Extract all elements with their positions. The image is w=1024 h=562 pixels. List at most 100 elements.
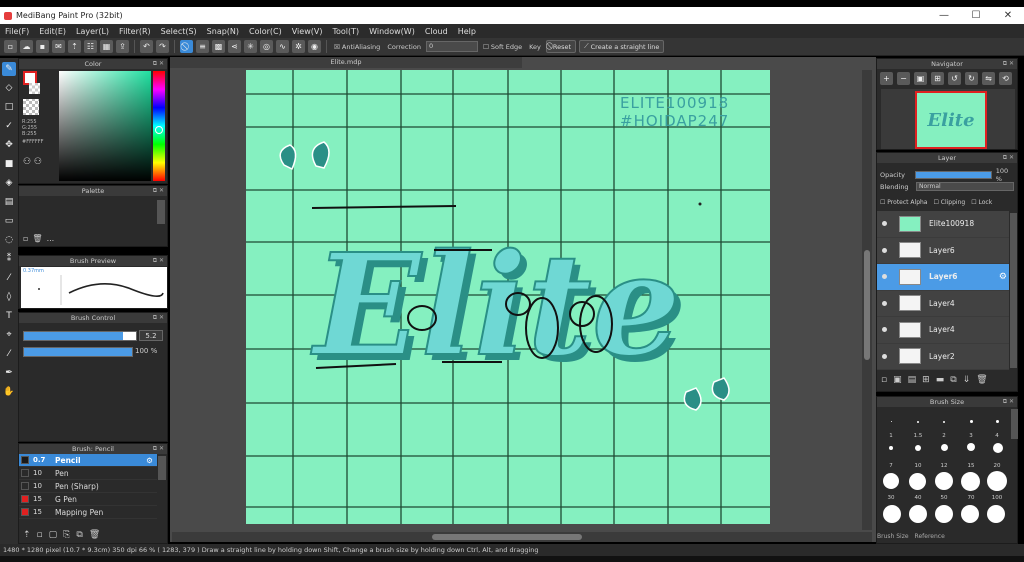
- eyedropper-icon[interactable]: ⁄: [2, 347, 16, 361]
- visibility-eye-icon[interactable]: [877, 247, 891, 253]
- snap-settings-icon[interactable]: ✲: [292, 40, 305, 53]
- brush-item-pencil[interactable]: 0.7 Pencil ⚙: [19, 454, 157, 467]
- zoom-in-icon[interactable]: +: [880, 72, 893, 85]
- lock-checkbox[interactable]: ☐ Lock: [971, 199, 992, 206]
- eraser-tool-icon[interactable]: ◇: [2, 81, 16, 95]
- brush-copy-icon[interactable]: ⎘: [63, 530, 70, 540]
- zoom-out-icon[interactable]: −: [897, 72, 910, 85]
- tab-brush-size[interactable]: Brush Size: [877, 533, 909, 540]
- menu-file[interactable]: File(F): [0, 27, 34, 36]
- navigator-viewport[interactable]: Elite: [915, 91, 987, 149]
- navigator-preview[interactable]: Elite: [881, 89, 1015, 149]
- layer-list-scrollbar[interactable]: [1010, 213, 1017, 368]
- menu-filter[interactable]: Filter(R): [114, 27, 156, 36]
- brush-upload-icon[interactable]: ⇡: [23, 530, 31, 540]
- menu-snap[interactable]: Snap(N): [202, 27, 244, 36]
- redo-icon[interactable]: ↷: [156, 40, 169, 53]
- straight-line-button[interactable]: ⟋ Create a straight line: [579, 40, 665, 53]
- save-icon[interactable]: ▪: [36, 40, 49, 53]
- open-cloud-icon[interactable]: ☁: [20, 40, 33, 53]
- share-icon[interactable]: ⇪: [116, 40, 129, 53]
- menu-color[interactable]: Color(C): [244, 27, 287, 36]
- soft-edge-checkbox[interactable]: ☐ Soft Edge: [481, 43, 524, 51]
- magic-wand-icon[interactable]: ⁑: [2, 252, 16, 266]
- panel-controls-icon[interactable]: ⧉ ✕: [153, 444, 164, 454]
- brush-size-slider[interactable]: [23, 331, 137, 341]
- snap-off-icon[interactable]: ⃠: [180, 40, 193, 53]
- operation-tool-icon[interactable]: ⌖: [2, 328, 16, 342]
- brush-item-pen-sharp[interactable]: 10 Pen (Sharp): [19, 480, 157, 493]
- reset-button[interactable]: ⃠Reset: [545, 40, 577, 53]
- horizontal-scroll-thumb[interactable]: [432, 534, 582, 540]
- menu-select[interactable]: Select(S): [156, 27, 202, 36]
- gear-icon[interactable]: ⚙: [146, 456, 153, 465]
- menu-tool[interactable]: Tool(T): [327, 27, 364, 36]
- merge-down-icon[interactable]: ⇓: [963, 375, 971, 385]
- snap-cross-icon[interactable]: ▩: [212, 40, 225, 53]
- team-icon[interactable]: ☷: [84, 40, 97, 53]
- text-tool-icon[interactable]: T: [2, 309, 16, 323]
- layer-item[interactable]: Layer2: [877, 343, 1009, 370]
- visibility-eye-icon[interactable]: [877, 353, 891, 359]
- panel-controls-icon[interactable]: ⧉ ✕: [1003, 397, 1014, 407]
- bucket-tool-icon[interactable]: ◈: [2, 176, 16, 190]
- layer-item[interactable]: Layer4: [877, 290, 1009, 317]
- brush-item-mapping-pen[interactable]: 15 Mapping Pen: [19, 506, 157, 519]
- layer-item-selected[interactable]: Layer6 ⚙: [877, 264, 1009, 291]
- palette-delete-icon[interactable]: 🗑: [32, 234, 42, 243]
- lasso-tool-icon[interactable]: ◌: [2, 233, 16, 247]
- select-eraser-icon[interactable]: ◊: [2, 290, 16, 304]
- gear-icon[interactable]: ⚙: [999, 272, 1007, 282]
- select-brush-icon[interactable]: ⁄: [2, 271, 16, 285]
- panel-controls-icon[interactable]: ⧉ ✕: [153, 59, 164, 69]
- menu-help[interactable]: Help: [453, 27, 481, 36]
- hand-tool-icon[interactable]: ✋: [2, 385, 16, 399]
- snap-ring-icon[interactable]: ◉: [308, 40, 321, 53]
- new-folder-icon[interactable]: ▬: [936, 375, 945, 385]
- brush-duplicate-icon[interactable]: ⧉: [76, 530, 82, 540]
- tab-reference[interactable]: Reference: [915, 533, 945, 540]
- brush-size-scrollbar[interactable]: [1011, 409, 1018, 439]
- clipping-checkbox[interactable]: ☐ Clipping: [933, 199, 965, 206]
- grid-icon[interactable]: ▦: [100, 40, 113, 53]
- rotate-left-icon[interactable]: ↺: [948, 72, 961, 85]
- brush-new-icon[interactable]: ▫: [37, 530, 43, 540]
- dot-tool-icon[interactable]: □: [2, 100, 16, 114]
- palette-more-button[interactable]: ...: [47, 234, 55, 243]
- flip-icon[interactable]: ⇋: [982, 72, 995, 85]
- protect-alpha-checkbox[interactable]: ☐ Protect Alpha: [880, 199, 927, 206]
- snap-circle-icon[interactable]: ◎: [260, 40, 273, 53]
- snap-radial-icon[interactable]: ✳: [244, 40, 257, 53]
- panel-controls-icon[interactable]: ⧉ ✕: [1003, 59, 1014, 69]
- menu-view[interactable]: View(V): [287, 27, 328, 36]
- upload-icon[interactable]: ⇡: [68, 40, 81, 53]
- document-tab[interactable]: Elite.mdp: [170, 57, 522, 68]
- maximize-button[interactable]: ☐: [960, 7, 992, 24]
- brush-tool-icon[interactable]: ✎: [2, 62, 16, 76]
- gradient-tool-icon[interactable]: ▤: [2, 195, 16, 209]
- rotate-right-icon[interactable]: ↻: [965, 72, 978, 85]
- fit-window-icon[interactable]: ▣: [914, 72, 927, 85]
- brush-list-scrollbar[interactable]: [158, 456, 166, 480]
- hue-handle[interactable]: [155, 126, 163, 134]
- menu-cloud[interactable]: Cloud: [420, 27, 453, 36]
- antialiasing-checkbox[interactable]: ☒ AntiAliasing: [332, 43, 382, 51]
- brush-delete-icon[interactable]: 🗑: [89, 530, 100, 540]
- select-pen-icon[interactable]: ✓: [2, 119, 16, 133]
- background-color-swatch[interactable]: [29, 83, 40, 94]
- brush-size-grid[interactable]: 1 1.5 2 3 4 7 10 12 15 20 30 40 50 70 10…: [877, 409, 1019, 533]
- new-file-icon[interactable]: ▫: [4, 40, 17, 53]
- palette-new-icon[interactable]: ▫: [23, 234, 28, 243]
- visibility-eye-icon[interactable]: [877, 274, 891, 280]
- palette-add-icon[interactable]: ⚇ ⚇: [23, 157, 42, 167]
- close-button[interactable]: ✕: [992, 7, 1024, 24]
- panel-controls-icon[interactable]: ⧉ ✕: [153, 256, 164, 266]
- brush-opacity-slider[interactable]: [23, 347, 133, 357]
- saturation-value-picker[interactable]: [59, 71, 151, 181]
- drawing-canvas[interactable]: ELITE100918 #HOIDAP247 Elite Elite: [246, 70, 770, 524]
- brush-add-icon[interactable]: ▢: [49, 530, 58, 540]
- brush-item-pen[interactable]: 10 Pen: [19, 467, 157, 480]
- vertical-scroll-thumb[interactable]: [864, 250, 870, 360]
- snap-curve-icon[interactable]: ∿: [276, 40, 289, 53]
- visibility-eye-icon[interactable]: [877, 221, 891, 227]
